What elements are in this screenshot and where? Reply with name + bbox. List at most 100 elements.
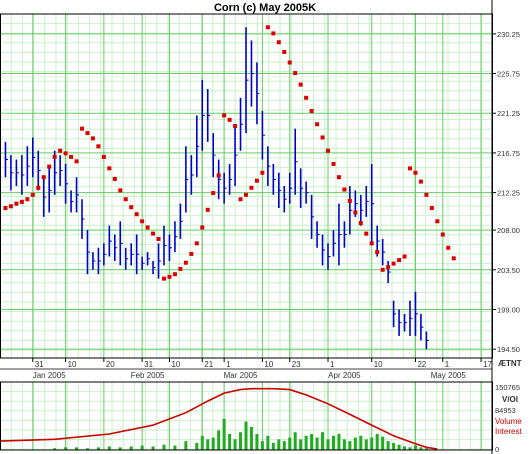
x-tick-label-day: 1 (226, 360, 231, 369)
x-tick-label-day: 10 (68, 360, 77, 369)
sar-dot (293, 71, 298, 76)
sar-dot (107, 166, 112, 171)
sar-dot (298, 82, 303, 87)
volume-bar (244, 421, 248, 450)
volume-bar (239, 432, 243, 450)
sar-dot (227, 117, 232, 122)
volume-bar (375, 434, 379, 450)
volume-bar (337, 434, 341, 450)
sar-dot (331, 161, 336, 166)
volume-bar (370, 437, 374, 450)
legend-interest: Interest (495, 427, 522, 436)
y-tick-label: 199.00 (497, 305, 520, 314)
sar-dot (162, 276, 166, 281)
sar-dot (134, 212, 139, 217)
x-tick-label-day: 17 (483, 360, 492, 369)
volume-bar (217, 430, 221, 450)
volume-bar (282, 441, 286, 450)
sar-dot (3, 206, 8, 211)
volume-bar (162, 444, 166, 450)
volume-bar (277, 439, 281, 450)
volume-bar (195, 442, 199, 450)
sar-dot (238, 197, 243, 202)
volume-axis-title: V/OI (502, 395, 518, 404)
volume-bar (326, 439, 330, 450)
y-tick-label: 225.75 (497, 70, 520, 79)
volume-bar (228, 434, 232, 450)
y-tick-label: 212.25 (497, 189, 520, 198)
x-tick-label-month: Mar 2005 (224, 371, 258, 380)
sar-dot (369, 241, 374, 246)
sar-dot (358, 221, 363, 226)
y-tick-label: 230.25 (497, 30, 520, 39)
volume-bar (381, 436, 385, 450)
sar-dot (47, 164, 52, 169)
sar-dot (347, 198, 352, 203)
sar-dot (74, 159, 79, 164)
watermark-logo: ÆTNT (498, 359, 522, 368)
sar-dot (25, 197, 30, 202)
volume-bar (392, 442, 396, 450)
sar-dot (364, 231, 369, 236)
x-tick-label-day: 20 (106, 360, 115, 369)
volume-axis-top-label: 150765 (495, 383, 520, 392)
volume-axis-bottom-label: 0 (495, 445, 499, 454)
x-tick-label-day: 10 (264, 360, 273, 369)
sar-dot (129, 205, 134, 210)
volume-bar (260, 441, 264, 450)
sar-dot (233, 124, 238, 129)
sar-dot (249, 185, 254, 190)
sar-dot (386, 265, 391, 270)
y-tick-label: 208.00 (497, 226, 520, 235)
volume-bar (413, 445, 417, 450)
sar-dot (254, 178, 259, 183)
sar-dot (205, 207, 210, 212)
x-tick-label-day: 23 (292, 360, 301, 369)
volume-bar (266, 435, 270, 450)
volume-bar (255, 434, 259, 450)
volume-bar (222, 418, 226, 450)
x-tick-label-day: 31 (35, 360, 44, 369)
sar-dot (244, 192, 248, 197)
sar-dot (304, 95, 309, 100)
x-tick-label-day: 1 (445, 360, 450, 369)
sar-dot (418, 179, 423, 184)
volume-bar (271, 442, 275, 450)
volume-bar (348, 441, 352, 450)
y-tick-label: 216.75 (497, 149, 520, 158)
chart-background (0, 0, 530, 454)
volume-bar (200, 435, 204, 450)
volume-bar (173, 445, 177, 450)
sar-dot (353, 210, 358, 215)
volume-bar (107, 446, 111, 450)
sar-dot (309, 109, 314, 114)
sar-dot (96, 144, 101, 149)
sar-dot (265, 25, 270, 30)
volume-bar (288, 437, 292, 450)
y-tick-label: 221.25 (497, 109, 520, 118)
x-tick-label-month: May 2005 (431, 371, 467, 380)
volume-bar (184, 441, 188, 450)
sar-dot (19, 199, 24, 204)
volume-bar (397, 444, 401, 450)
volume-bar (315, 437, 319, 450)
sar-dot (451, 256, 456, 261)
sar-dot (413, 170, 418, 175)
x-tick-label-day: 22 (417, 360, 426, 369)
x-tick-label-day: 10 (171, 360, 180, 369)
volume-bar (386, 441, 390, 450)
sar-dot (36, 185, 41, 190)
sar-dot (85, 131, 90, 136)
volume-bar (342, 439, 346, 450)
sar-dot (41, 175, 46, 180)
sar-dot (315, 122, 320, 127)
sar-dot (80, 126, 84, 131)
volume-bar (359, 435, 363, 450)
volume-bar (151, 446, 155, 450)
volume-bar (299, 439, 303, 450)
volume-bar (310, 434, 314, 450)
sar-dot (336, 175, 341, 180)
volume-bar (206, 439, 210, 450)
volume-bar (364, 439, 368, 450)
sar-dot (408, 166, 412, 171)
